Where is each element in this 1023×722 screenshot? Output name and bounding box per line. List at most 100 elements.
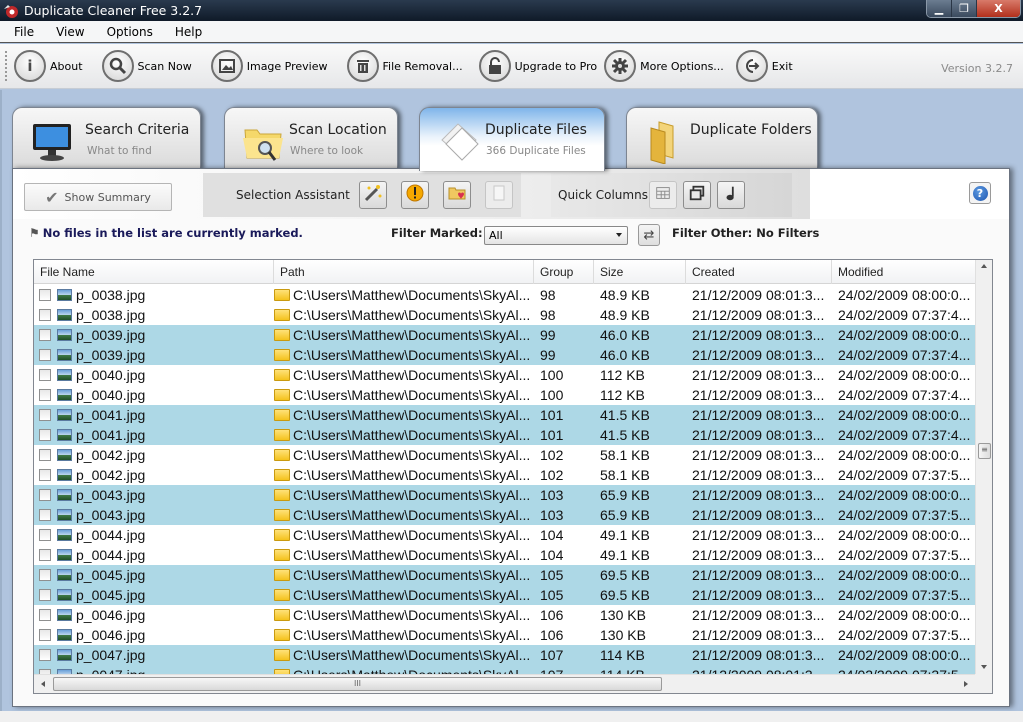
table-row[interactable]: p_0039.jpg C:\Users\Matthew\Documents\Sky…: [34, 325, 975, 345]
refresh-filter-button[interactable]: ⇄: [638, 224, 660, 246]
size-cell: 65.9 KB: [600, 487, 650, 503]
table-row[interactable]: p_0044.jpg C:\Users\Matthew\Documents\Sky…: [34, 525, 975, 545]
about-button[interactable]: i About: [14, 50, 83, 82]
vertical-scroll-thumb[interactable]: ≡: [978, 443, 991, 459]
column-header-modified[interactable]: Modified: [832, 260, 975, 284]
scroll-up-icon[interactable]: [981, 264, 987, 268]
filter-marked-select[interactable]: All: [484, 226, 628, 245]
table-row[interactable]: p_0041.jpg C:\Users\Matthew\Documents\Sky…: [34, 405, 975, 425]
image-file-icon: [57, 609, 72, 621]
column-header-group[interactable]: Group: [534, 260, 594, 284]
column-header-created[interactable]: Created: [686, 260, 832, 284]
restore-button[interactable]: ❐: [952, 0, 977, 17]
menu-view[interactable]: View: [49, 25, 93, 39]
quick-columns-music-button[interactable]: [717, 181, 745, 209]
table-row[interactable]: p_0042.jpg C:\Users\Matthew\Documents\Sky…: [34, 465, 975, 485]
menu-file[interactable]: File: [8, 25, 43, 39]
tab-duplicate-files[interactable]: Duplicate Files 366 Duplicate Files: [419, 107, 605, 171]
row-checkbox[interactable]: [39, 509, 51, 521]
menu-options[interactable]: Options: [100, 25, 162, 39]
tab-search-criteria[interactable]: Search Criteria What to find: [12, 107, 201, 169]
selection-wizard-button[interactable]: [359, 181, 387, 209]
table-row[interactable]: p_0039.jpg C:\Users\Matthew\Documents\Sky…: [34, 345, 975, 365]
menu-help[interactable]: Help: [168, 25, 211, 39]
row-checkbox[interactable]: [39, 349, 51, 361]
table-row[interactable]: p_0043.jpg C:\Users\Matthew\Documents\Sky…: [34, 485, 975, 505]
path-cell: C:\Users\Matthew\Documents\SkyAl...: [274, 645, 534, 665]
scroll-right-icon[interactable]: [964, 681, 968, 687]
modified-cell: 24/02/2009 08:00:0...: [838, 647, 971, 663]
row-checkbox[interactable]: [39, 629, 51, 641]
quick-columns-table-button[interactable]: [649, 181, 677, 209]
row-checkbox[interactable]: [39, 489, 51, 501]
horizontal-scrollbar[interactable]: III: [34, 674, 975, 693]
file-path: C:\Users\Matthew\Documents\SkyAl...: [293, 347, 531, 363]
table-row[interactable]: p_0047.jpg C:\Users\Matthew\Documents\Sky…: [34, 645, 975, 665]
more-options-label: More Options...: [640, 59, 724, 73]
row-checkbox[interactable]: [39, 549, 51, 561]
row-checkbox[interactable]: [39, 569, 51, 581]
toolbar-grip[interactable]: [5, 51, 8, 81]
row-checkbox[interactable]: [39, 369, 51, 381]
scroll-left-icon[interactable]: [41, 681, 45, 687]
row-checkbox[interactable]: [39, 309, 51, 321]
table-row[interactable]: p_0044.jpg C:\Users\Matthew\Documents\Sky…: [34, 545, 975, 565]
column-header-file-name[interactable]: File Name: [34, 260, 274, 284]
upgrade-to-pro-button[interactable]: Upgrade to Pro: [478, 50, 597, 82]
row-checkbox[interactable]: [39, 449, 51, 461]
column-header-size[interactable]: Size: [594, 260, 686, 284]
selection-warning-button[interactable]: [401, 181, 429, 209]
help-button[interactable]: ?: [969, 182, 991, 204]
table-row[interactable]: p_0038.jpg C:\Users\Matthew\Documents\Sky…: [34, 285, 975, 305]
close-button[interactable]: X: [977, 0, 1020, 17]
scan-now-button[interactable]: Scan Now: [101, 50, 192, 82]
table-row[interactable]: p_0046.jpg C:\Users\Matthew\Documents\Sky…: [34, 605, 975, 625]
scroll-down-icon[interactable]: [981, 665, 987, 669]
table-row[interactable]: p_0042.jpg C:\Users\Matthew\Documents\Sky…: [34, 445, 975, 465]
exit-button[interactable]: Exit: [735, 50, 793, 82]
file-name-cell: p_0039.jpg: [34, 325, 274, 345]
table-row[interactable]: p_0045.jpg C:\Users\Matthew\Documents\Sky…: [34, 585, 975, 605]
group-cell: 101: [540, 407, 564, 423]
quick-columns-windows-button[interactable]: [683, 181, 711, 209]
row-checkbox[interactable]: [39, 389, 51, 401]
modified-cell: 24/02/2009 07:37:5...: [838, 627, 971, 643]
file-name-cell: p_0044.jpg: [34, 545, 274, 565]
row-checkbox[interactable]: [39, 529, 51, 541]
row-checkbox[interactable]: [39, 409, 51, 421]
table-row[interactable]: p_0043.jpg C:\Users\Matthew\Documents\Sky…: [34, 505, 975, 525]
row-checkbox[interactable]: [39, 329, 51, 341]
tab-duplicate-folders[interactable]: Duplicate Folders: [626, 107, 818, 169]
table-row[interactable]: p_0040.jpg C:\Users\Matthew\Documents\Sky…: [34, 365, 975, 385]
table-row[interactable]: p_0038.jpg C:\Users\Matthew\Documents\Sky…: [34, 305, 975, 325]
selection-folder-button[interactable]: [443, 181, 471, 209]
column-header-path[interactable]: Path: [274, 260, 534, 284]
show-summary-button[interactable]: ✔ Show Summary: [24, 183, 172, 211]
file-path: C:\Users\Matthew\Documents\SkyAl...: [293, 507, 531, 523]
table-row[interactable]: p_0040.jpg C:\Users\Matthew\Documents\Sky…: [34, 385, 975, 405]
more-options-button[interactable]: More Options...: [604, 50, 724, 82]
minimize-button[interactable]: ▁: [927, 0, 952, 17]
image-preview-button[interactable]: Image Preview: [210, 50, 328, 82]
row-checkbox[interactable]: [39, 589, 51, 601]
row-checkbox[interactable]: [39, 429, 51, 441]
selection-text-button[interactable]: [485, 181, 513, 209]
row-checkbox[interactable]: [39, 289, 51, 301]
file-removal-button[interactable]: File Removal...: [346, 50, 463, 82]
about-label: About: [50, 59, 83, 73]
tab-scan-location[interactable]: Scan Location Where to look: [224, 107, 398, 169]
folder-icon: [274, 349, 290, 361]
table-row[interactable]: p_0046.jpg C:\Users\Matthew\Documents\Sky…: [34, 625, 975, 645]
vertical-scrollbar[interactable]: ≡: [975, 260, 992, 675]
folder-icon: [274, 289, 290, 301]
file-name-cell: p_0043.jpg: [34, 485, 274, 505]
row-checkbox[interactable]: [39, 469, 51, 481]
help-icon: ?: [972, 185, 988, 201]
created-cell: 21/12/2009 08:01:3...: [692, 467, 825, 483]
row-checkbox[interactable]: [39, 609, 51, 621]
horizontal-scroll-thumb[interactable]: III: [53, 677, 662, 691]
path-cell: C:\Users\Matthew\Documents\SkyAl...: [274, 345, 534, 365]
row-checkbox[interactable]: [39, 649, 51, 661]
table-row[interactable]: p_0045.jpg C:\Users\Matthew\Documents\Sky…: [34, 565, 975, 585]
table-row[interactable]: p_0041.jpg C:\Users\Matthew\Documents\Sky…: [34, 425, 975, 445]
